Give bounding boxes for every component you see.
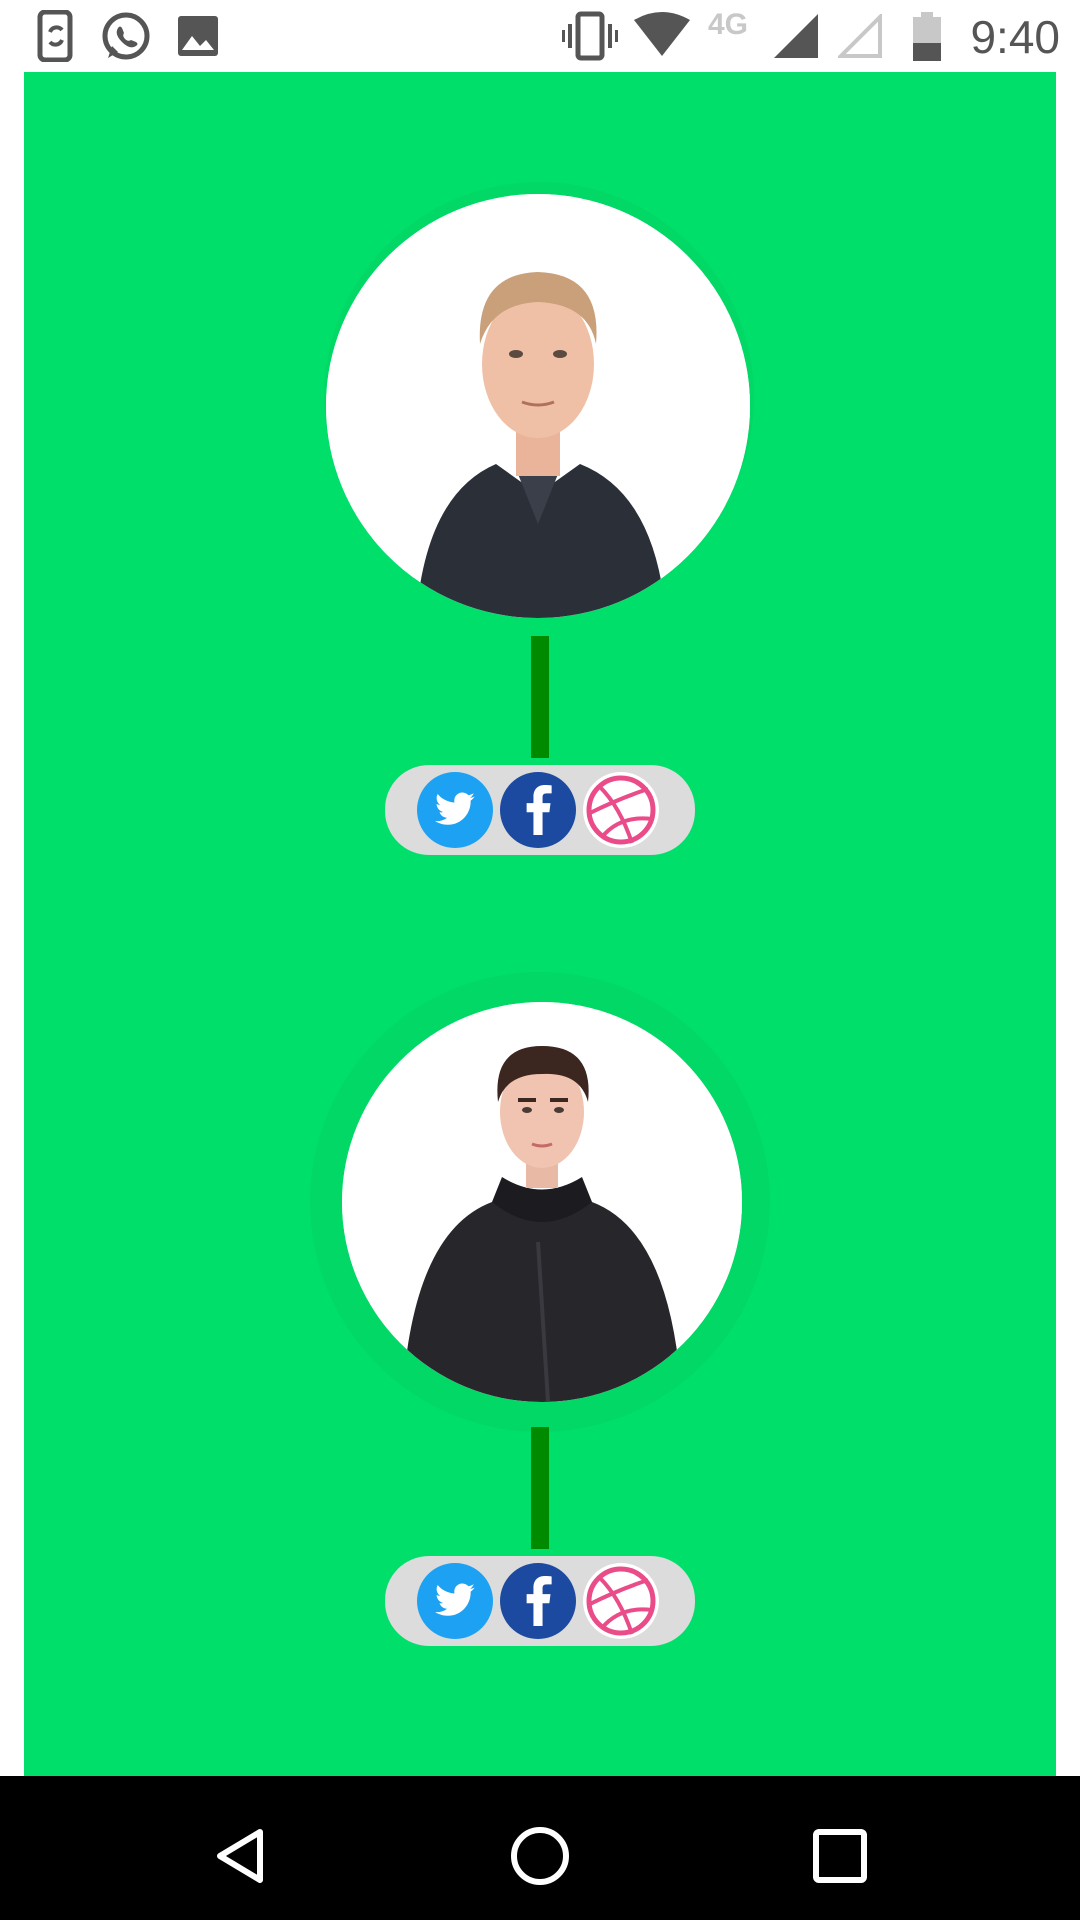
battery-icon: [912, 12, 942, 67]
person-photo-icon: [342, 1002, 742, 1402]
home-icon: [511, 1827, 569, 1885]
profile-card: [24, 872, 1056, 1732]
dribbble-button[interactable]: [583, 772, 659, 848]
social-links: [385, 765, 695, 855]
phone-sync-icon: [36, 9, 80, 67]
twitter-icon: [435, 1583, 475, 1616]
vibrate-icon: [562, 10, 618, 67]
home-button[interactable]: [500, 1816, 580, 1896]
recents-button[interactable]: [800, 1816, 880, 1896]
image-icon: [176, 14, 220, 63]
facebook-button[interactable]: [500, 1563, 576, 1639]
whatsapp-icon: [100, 10, 152, 67]
back-icon: [217, 1829, 263, 1883]
facebook-button[interactable]: [500, 772, 576, 848]
twitter-button[interactable]: [417, 772, 493, 848]
wifi-icon: [634, 12, 690, 61]
network-type: 4G: [708, 8, 749, 41]
recents-icon: [813, 1829, 867, 1883]
facebook-icon: [526, 785, 552, 835]
dribbble-icon: [586, 1566, 656, 1636]
signal-icon: [774, 14, 818, 63]
dribbble-icon: [586, 775, 656, 845]
profile-card: [24, 72, 1056, 872]
facebook-icon: [526, 1576, 552, 1626]
profiles-container: [24, 72, 1056, 1776]
person-photo-icon: [326, 194, 750, 618]
signal-empty-icon: [836, 12, 882, 63]
avatar[interactable]: [326, 194, 750, 618]
connector-line: [531, 1427, 549, 1549]
connector-line: [531, 636, 549, 758]
clock: 9:40: [970, 11, 1060, 63]
navigation-bar: [0, 1776, 1080, 1920]
back-button[interactable]: [200, 1816, 280, 1896]
dribbble-button[interactable]: [583, 1563, 659, 1639]
twitter-icon: [435, 792, 475, 825]
status-bar: 4G 9:40: [0, 0, 1080, 72]
twitter-button[interactable]: [417, 1563, 493, 1639]
social-links: [385, 1556, 695, 1646]
avatar[interactable]: [342, 1002, 742, 1402]
